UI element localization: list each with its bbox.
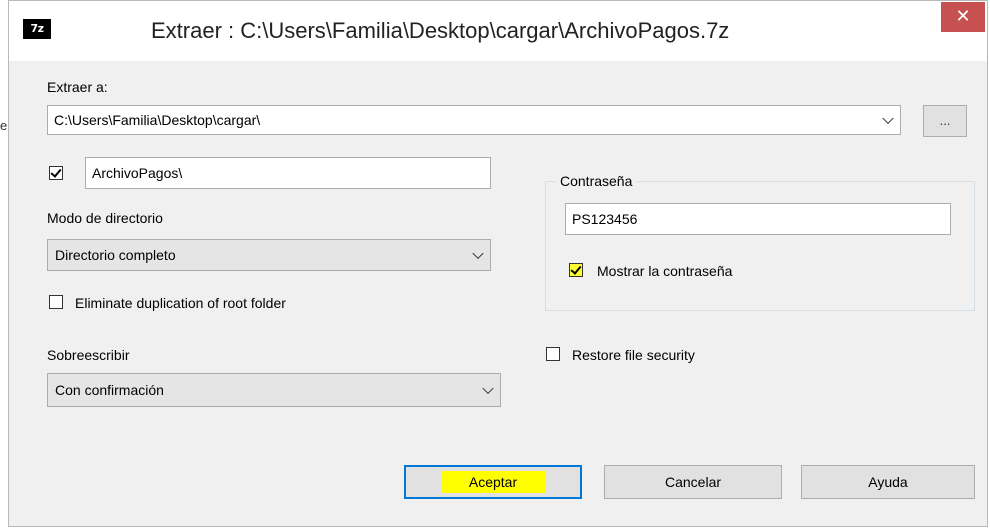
background-window-edge: e [0, 0, 8, 531]
password-groupbox: Contraseña [545, 173, 975, 311]
subfolder-checkbox[interactable] [49, 166, 63, 180]
chevron-down-icon[interactable] [882, 112, 894, 125]
chevron-down-icon [482, 382, 494, 395]
path-mode-select[interactable]: Directorio completo [47, 239, 491, 271]
overwrite-mode-select[interactable]: Con confirmación [47, 373, 501, 407]
title-bar: 7z Extraer : C:\Users\Familia\Desktop\ca… [9, 1, 987, 61]
show-password-checkbox[interactable] [569, 263, 583, 277]
password-group-label: Contraseña [556, 173, 637, 189]
path-mode-value: Directorio completo [55, 247, 176, 263]
subfolder-name-input[interactable]: ArchivoPagos\ [85, 157, 491, 189]
extract-dialog: 7z Extraer : C:\Users\Familia\Desktop\ca… [8, 0, 988, 527]
show-password-label: Mostrar la contraseña [597, 263, 733, 279]
close-button[interactable]: ✕ [941, 2, 985, 32]
close-icon: ✕ [955, 6, 971, 27]
browse-button[interactable]: ... [923, 105, 967, 137]
overwrite-mode-value: Con confirmación [55, 382, 164, 398]
checkmark-icon [50, 166, 62, 178]
extract-path-combo[interactable]: C:\Users\Familia\Desktop\cargar\ [47, 105, 901, 135]
help-button[interactable]: Ayuda [801, 465, 975, 499]
overwrite-label: Sobreescribir [47, 347, 130, 363]
extract-to-label: Extraer a: [47, 79, 108, 95]
ok-button-label: Aceptar [440, 471, 546, 493]
eliminate-duplication-checkbox[interactable] [49, 295, 63, 309]
password-input[interactable]: PS123456 [565, 203, 951, 235]
path-mode-label: Modo de directorio [47, 210, 163, 226]
ok-button[interactable]: Aceptar [404, 465, 582, 499]
cancel-button[interactable]: Cancelar [604, 465, 782, 499]
background-glyph: e [0, 118, 8, 133]
restore-security-label: Restore file security [572, 347, 695, 363]
restore-security-checkbox[interactable] [546, 347, 560, 361]
7zip-app-icon: 7z [23, 19, 51, 39]
extract-path-value: C:\Users\Familia\Desktop\cargar\ [54, 112, 261, 128]
chevron-down-icon [472, 247, 484, 260]
window-title: Extraer : C:\Users\Familia\Desktop\carga… [151, 18, 730, 43]
eliminate-duplication-label: Eliminate duplication of root folder [75, 295, 286, 311]
checkmark-icon [570, 263, 582, 275]
